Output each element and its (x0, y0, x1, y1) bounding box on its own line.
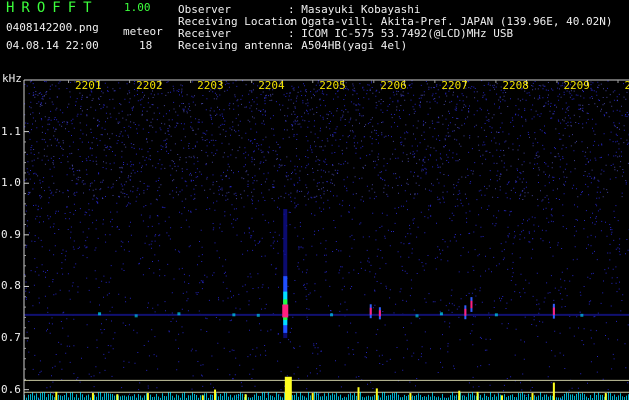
echo-dot-6 (330, 313, 334, 317)
meter-spike-7 (284, 376, 292, 400)
x-tick-label: 2210 (624, 79, 629, 92)
meteor-echo-core-7 (369, 307, 372, 315)
meter-spike-16 (552, 382, 555, 400)
x-tick-label: 2208 (502, 79, 529, 92)
meter-spike-5 (214, 389, 217, 400)
meter-spike-10 (375, 388, 378, 400)
y-tick-label: 0.7 (1, 331, 21, 345)
x-tick-label: 2205 (319, 79, 346, 92)
hrofft-window: HROFFT 1.00 0408142200.png meteor 04.08.… (0, 0, 629, 400)
x-tick-label: 2201 (75, 79, 102, 92)
meteor-count-label: meteor (123, 25, 163, 38)
x-tick-label: 2203 (197, 79, 224, 92)
y-tick-label: 0.9 (1, 227, 21, 241)
echo-dot-13 (494, 313, 498, 317)
meter-spike-12 (458, 390, 461, 400)
echo-dot-15 (580, 313, 584, 317)
echo-dot-2 (177, 312, 181, 316)
y-axis-unit: kHz (2, 72, 22, 85)
y-tick-label: 1.0 (1, 176, 21, 190)
echo-dot-4 (256, 313, 260, 317)
meter-spike-11 (409, 393, 412, 400)
spectrogram-plot (23, 79, 629, 400)
antenna-label: Receiving antenna (178, 39, 291, 52)
echo-core (282, 304, 289, 318)
meter-spike-15 (531, 393, 534, 400)
meter-spike-1 (91, 393, 94, 400)
meteor-echo-core-8 (378, 310, 381, 317)
meter-spike-4 (201, 395, 204, 400)
x-tick-label: 2204 (258, 79, 285, 92)
echo-dot-9 (415, 314, 419, 318)
app-version: 1.00 (124, 1, 151, 14)
file-name: 0408142200.png (6, 21, 99, 34)
meter-spike-0 (55, 391, 58, 400)
x-tick-label: 2202 (136, 79, 163, 92)
meter-spike-9 (357, 387, 360, 400)
x-tick-label: 2206 (380, 79, 407, 92)
meteor-count-value: 18 (139, 39, 153, 52)
meter-spike-14 (500, 395, 503, 400)
echo-dot-3 (232, 313, 236, 317)
y-tick-label: 1.1 (1, 124, 21, 138)
meter-spike-2 (116, 394, 119, 400)
y-tick-label: 0.8 (1, 279, 21, 293)
meter-spike-8 (311, 393, 314, 400)
meteor-echo-core-14 (552, 307, 555, 315)
meteor-echo-core-12 (470, 300, 473, 309)
timestamp: 04.08.14 22:00 (6, 39, 99, 52)
y-tick-label: 0.6 (1, 382, 21, 396)
meter-spike-3 (146, 393, 149, 400)
echo-dot-10 (439, 312, 443, 316)
meter-spike-6 (244, 394, 247, 400)
echo-dot-0 (98, 312, 102, 316)
spectrogram-area (24, 80, 629, 400)
antenna-value: : A504HB(yagi 4el) (288, 39, 408, 52)
x-tick-label: 2209 (563, 79, 590, 92)
meter-spike-13 (476, 391, 479, 400)
x-tick-label: 2207 (441, 79, 468, 92)
app-title: HROFFT (6, 0, 99, 16)
meter-spike-17 (604, 393, 607, 400)
echo-dot-1 (134, 314, 138, 318)
meteor-echo-core-11 (464, 308, 467, 316)
